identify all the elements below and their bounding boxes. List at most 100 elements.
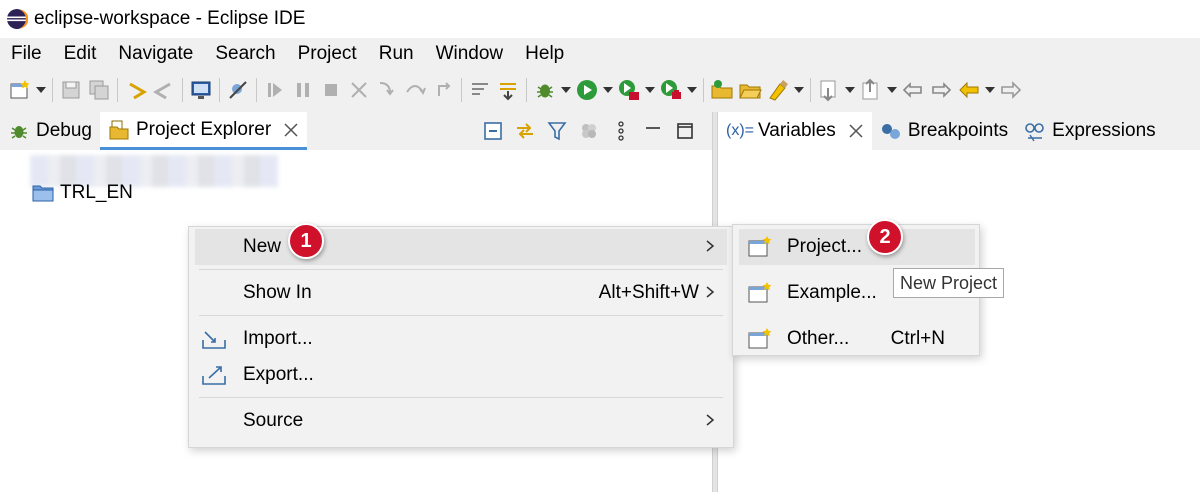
link-with-editor-button[interactable] — [512, 118, 538, 144]
tab-project-explorer[interactable]: Project Explorer — [100, 112, 308, 150]
project-explorer-icon — [109, 120, 129, 139]
new-project-icon — [748, 236, 772, 257]
submenu-item-project[interactable]: Project... — [739, 229, 975, 265]
show-in-shortcut: Alt+Shift+W — [598, 282, 699, 303]
tree-item-project[interactable]: TRL_EN — [32, 182, 133, 204]
tab-breakpoints[interactable]: Breakpoints — [872, 112, 1016, 150]
menu-item-import[interactable]: Import... — [195, 321, 727, 357]
coverage-button[interactable] — [615, 76, 643, 104]
disconnect-button[interactable] — [345, 76, 373, 104]
run-dropdown[interactable] — [601, 76, 615, 104]
previous-annotation-button[interactable] — [857, 76, 885, 104]
open-folder-button[interactable] — [736, 76, 764, 104]
maximize-icon — [677, 123, 693, 139]
menu-help[interactable]: Help — [514, 38, 575, 70]
marker-button[interactable] — [764, 76, 792, 104]
submenu-item-other[interactable]: Other... Ctrl+N — [739, 321, 975, 357]
menu-navigate[interactable]: Navigate — [107, 38, 204, 70]
step-into-button[interactable] — [373, 76, 401, 104]
eclipse-logo-icon — [7, 9, 28, 29]
menu-window[interactable]: Window — [425, 38, 515, 70]
import-icon — [202, 331, 226, 349]
breakpoints-icon — [881, 124, 900, 139]
step-over-button[interactable] — [401, 76, 429, 104]
toolbar-separator — [117, 78, 118, 102]
tab-debug-label: Debug — [36, 120, 92, 141]
chevron-right-icon — [706, 240, 715, 252]
view-menu-button[interactable] — [608, 118, 634, 144]
tree-item-label: TRL_EN — [60, 182, 133, 203]
folder-open-icon — [739, 84, 762, 99]
filter-button[interactable] — [544, 118, 570, 144]
terminal-button[interactable] — [187, 76, 215, 104]
chevron-right-icon — [706, 414, 715, 426]
menu-item-export-label: Export... — [243, 364, 314, 385]
skip-breakpoints-button[interactable] — [224, 76, 252, 104]
menu-item-new[interactable]: New — [195, 229, 727, 265]
chevron-down-icon — [887, 87, 897, 93]
menu-file[interactable]: File — [0, 38, 53, 70]
debug-button[interactable] — [531, 76, 559, 104]
tab-expressions[interactable]: Expressions — [1016, 112, 1164, 150]
undo-button[interactable] — [122, 76, 150, 104]
back-dropdown[interactable] — [983, 76, 997, 104]
toolbar-separator — [219, 78, 220, 102]
tab-debug[interactable]: Debug — [0, 112, 100, 150]
tab-breakpoints-label: Breakpoints — [907, 120, 1009, 141]
redo-button[interactable] — [150, 76, 178, 104]
save-all-button[interactable] — [85, 76, 113, 104]
menu-bar: File Edit Navigate Search Project Run Wi… — [0, 38, 1200, 70]
working-sets-button[interactable] — [576, 118, 602, 144]
next-annotation-button[interactable] — [815, 76, 843, 104]
previous-annotation-dropdown[interactable] — [885, 76, 899, 104]
resume-button[interactable] — [261, 76, 289, 104]
back-button[interactable] — [955, 76, 983, 104]
right-view-tabs: (x)= Variables Breakpoints Expressions — [718, 112, 1200, 150]
forward-edit-button[interactable] — [927, 76, 955, 104]
new-wizard-dropdown[interactable] — [34, 76, 48, 104]
tooltip: New Project — [893, 268, 1005, 298]
menu-run[interactable]: Run — [368, 38, 425, 70]
menu-item-show-in-label: Show In — [243, 282, 312, 303]
working-sets-icon — [582, 124, 596, 138]
marker-dropdown[interactable] — [792, 76, 806, 104]
new-wizard-button[interactable] — [6, 76, 34, 104]
menu-edit[interactable]: Edit — [53, 38, 108, 70]
use-step-filters-button[interactable] — [466, 76, 494, 104]
toolbar-separator — [461, 78, 462, 102]
menu-project[interactable]: Project — [287, 38, 368, 70]
coverage-dropdown[interactable] — [643, 76, 657, 104]
save-button[interactable] — [57, 76, 85, 104]
suspend-button[interactable] — [289, 76, 317, 104]
open-type-icon — [711, 80, 733, 99]
run-button[interactable] — [573, 76, 601, 104]
last-edit-location-button[interactable] — [899, 76, 927, 104]
menu-item-export[interactable]: Export... — [195, 357, 727, 393]
chevron-down-icon — [687, 87, 697, 93]
other-shortcut: Ctrl+N — [890, 328, 945, 349]
close-icon[interactable] — [848, 123, 864, 139]
submenu-item-project-label: Project... — [787, 236, 862, 257]
drop-to-frame-button[interactable] — [494, 76, 522, 104]
folder-icon — [32, 185, 54, 202]
external-tools-button[interactable] — [657, 76, 685, 104]
close-icon[interactable] — [283, 122, 299, 138]
tab-variables[interactable]: (x)= Variables — [718, 112, 872, 150]
menu-item-source[interactable]: Source — [195, 403, 727, 439]
terminate-button[interactable] — [317, 76, 345, 104]
minimize-button[interactable] — [640, 118, 666, 144]
next-annotation-dropdown[interactable] — [843, 76, 857, 104]
debug-dropdown[interactable] — [559, 76, 573, 104]
step-return-button[interactable] — [429, 76, 457, 104]
drop-frame-icon — [500, 83, 516, 101]
maximize-button[interactable] — [672, 118, 698, 144]
menu-search[interactable]: Search — [204, 38, 286, 70]
forward-button[interactable] — [997, 76, 1025, 104]
forward-edit-icon — [932, 82, 952, 98]
external-tools-dropdown[interactable] — [685, 76, 699, 104]
collapse-all-button[interactable] — [480, 118, 506, 144]
open-type-button[interactable] — [708, 76, 736, 104]
kebab-menu-icon — [618, 121, 624, 141]
menu-item-show-in[interactable]: Show In Alt+Shift+W — [195, 275, 727, 311]
menu-item-import-label: Import... — [243, 328, 313, 349]
